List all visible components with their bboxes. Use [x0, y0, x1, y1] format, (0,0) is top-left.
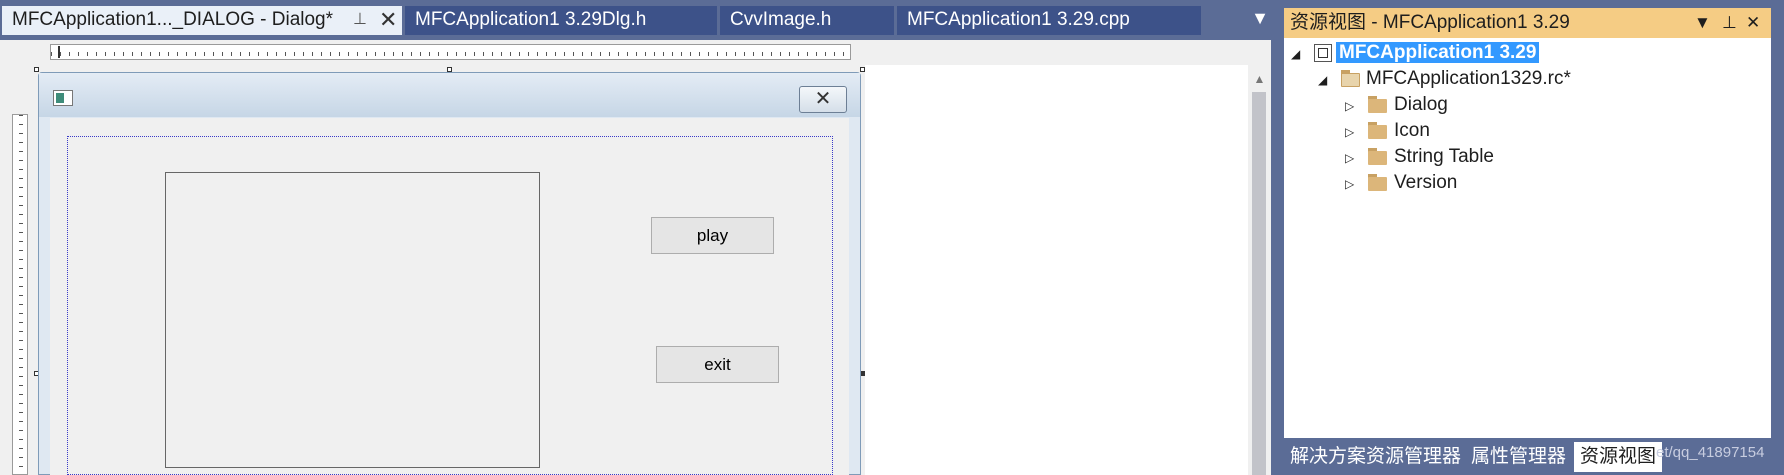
designer-background [865, 65, 1248, 475]
panel-title: 资源视图 - MFCApplication1 3.29 [1290, 12, 1570, 33]
folder-label-version[interactable]: Version [1394, 170, 1457, 196]
folder-label-dialog[interactable]: Dialog [1394, 92, 1448, 118]
collapsed-arrow-icon[interactable]: ▷ [1345, 99, 1354, 113]
tab-property-manager[interactable]: 属性管理器 [1465, 442, 1572, 472]
collapsed-arrow-icon[interactable]: ▷ [1345, 151, 1354, 165]
scroll-up-icon[interactable]: ▲ [1248, 72, 1271, 88]
tab-cpp-source[interactable]: MFCApplication1 3.29.cpp [897, 6, 1201, 35]
close-icon[interactable]: ✕ [799, 86, 847, 113]
folder-icon [1368, 151, 1387, 165]
watermark: et/qq_41897154 [1656, 444, 1765, 461]
resize-handle[interactable] [860, 67, 865, 72]
play-button[interactable]: play [651, 217, 774, 254]
pin-icon[interactable]: ⊥ [353, 6, 367, 34]
tab-solution-explorer[interactable]: 解决方案资源管理器 [1284, 442, 1467, 472]
tree-node-version[interactable]: ▷ [1345, 170, 1354, 196]
tab-dialog-editor[interactable]: MFCApplication1..._DIALOG - Dialog* ⊥ ✕ [2, 6, 402, 35]
folder-icon [1368, 99, 1387, 113]
picture-control[interactable] [165, 172, 540, 468]
app-icon-mark [56, 93, 64, 103]
pin-icon[interactable]: ⊥ [1722, 8, 1737, 38]
root-label: MFCApplication1 3.29 [1336, 42, 1540, 63]
tab-label: MFCApplication1 3.29Dlg.h [415, 9, 647, 30]
resource-tree [1284, 38, 1771, 438]
collapsed-arrow-icon[interactable]: ▷ [1345, 125, 1354, 139]
folder-label-string-table[interactable]: String Table [1394, 144, 1494, 170]
tab-label: MFCApplication1 3.29.cpp [907, 9, 1130, 30]
tab-cvvimage-header[interactable]: CvvImage.h [720, 6, 894, 35]
vertical-ruler[interactable] [12, 114, 28, 475]
resize-handle[interactable] [34, 67, 39, 72]
exit-button[interactable]: exit [656, 346, 779, 383]
rc-file-label[interactable]: MFCApplication1329.rc* [1366, 66, 1571, 92]
tree-node-string-table[interactable]: ▷ [1345, 144, 1354, 170]
project-icon [1314, 44, 1332, 62]
folder-icon [1368, 125, 1387, 139]
tab-label: MFCApplication1..._DIALOG - Dialog* [12, 9, 334, 30]
tree-node-dialog[interactable]: ▷ [1345, 92, 1354, 118]
expanded-arrow-icon[interactable]: ◢ [1318, 73, 1327, 87]
folder-icon [1368, 177, 1387, 191]
tab-dlg-header[interactable]: MFCApplication1 3.29Dlg.h [405, 6, 717, 35]
scrollbar-thumb[interactable] [1252, 92, 1266, 475]
folder-open-icon [1341, 73, 1360, 87]
panel-title-bar: 资源视图 - MFCApplication1 3.29 ▼ ⊥ ✕ [1284, 8, 1771, 38]
expanded-arrow-icon[interactable]: ◢ [1291, 47, 1300, 61]
dialog-title-bar [39, 73, 860, 117]
dropdown-icon[interactable]: ▼ [1250, 8, 1270, 34]
tree-node-rc[interactable]: ◢ [1318, 66, 1327, 92]
project-icon-mark [1318, 48, 1328, 58]
dropdown-icon[interactable]: ▼ [1694, 8, 1711, 38]
ruler-marker[interactable] [58, 46, 66, 58]
folder-label-icon[interactable]: Icon [1394, 118, 1430, 144]
horizontal-ruler[interactable] [50, 44, 851, 60]
close-icon[interactable]: ✕ [1746, 8, 1760, 38]
tree-node-root[interactable]: ◢ [1291, 40, 1300, 66]
tab-label: CvvImage.h [730, 9, 832, 30]
tree-node-root-label[interactable]: MFCApplication1 3.29 [1336, 40, 1540, 66]
close-icon[interactable]: ✕ [379, 6, 397, 34]
tab-resource-view[interactable]: 资源视图 [1574, 442, 1663, 472]
tree-node-icon[interactable]: ▷ [1345, 118, 1354, 144]
collapsed-arrow-icon[interactable]: ▷ [1345, 177, 1354, 191]
